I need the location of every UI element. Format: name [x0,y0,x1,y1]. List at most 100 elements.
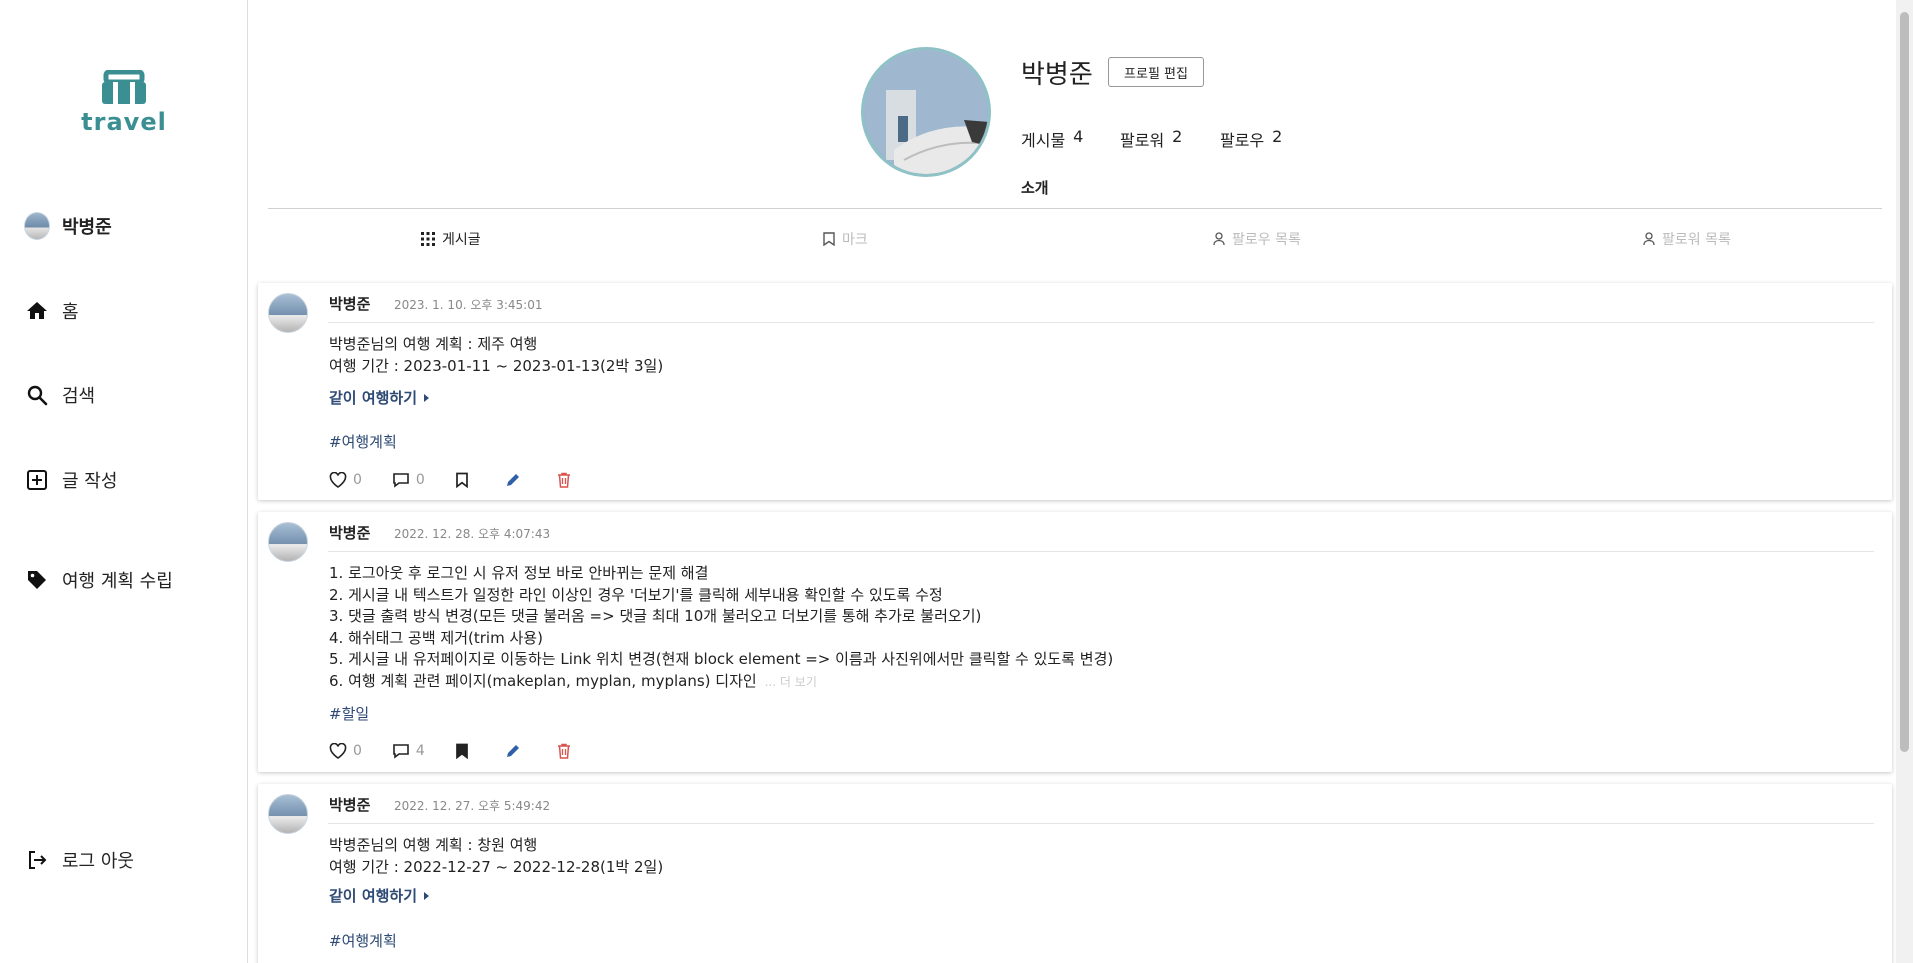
bookmark-icon [823,232,835,246]
post-body: 1. 로그아웃 후 로그인 시 유저 정보 바로 안바뀌는 문제 해결 2. 게… [329,563,1113,693]
logout-icon [24,847,50,873]
pencil-icon [506,745,519,757]
stat-label: 팔로워 [1120,131,1165,150]
sidebar-item-label: 여행 계획 수립 [62,571,173,592]
post-author[interactable]: 박병준 [329,522,370,543]
divider [328,322,1874,323]
travel-logo[interactable]: travel [78,70,170,140]
post-body: 박병준님의 여행 계획 : 창원 여행 여행 기간 : 2022-12-27 ~… [329,836,664,876]
following-count[interactable]: 팔로우 2 [1220,127,1282,151]
like-count: 0 [353,743,362,759]
stat-label: 게시물 [1021,131,1066,150]
sidebar: travel 박병준 홈 검색 글 작성 여행 계획 수립 로그 아웃 [0,0,248,963]
heart-icon [329,472,347,488]
sidebar-item-search[interactable]: 검색 [24,380,95,410]
sidebar-item-home[interactable]: 홈 [24,296,79,326]
join-trip-link[interactable]: 같이 여행하기 [329,387,430,408]
tab-mark[interactable]: 마크 [823,229,868,249]
comment-button[interactable]: 0 [392,472,425,488]
stat-label: 팔로우 [1220,131,1265,150]
divider [328,823,1874,824]
post-card: 박병준 2022. 12. 27. 오후 5:49:42 박병준님의 여행 계획… [258,784,1892,963]
read-more-link[interactable]: ... 더 보기 [765,675,817,689]
stat-value: 2 [1272,127,1283,146]
edit-button[interactable] [505,743,521,759]
trash-icon [557,472,570,488]
scrollbar-thumb[interactable] [1900,12,1909,752]
comment-count: 4 [415,743,425,759]
scrollbar[interactable] [1896,0,1913,963]
profile-name: 박병준 [1021,60,1093,90]
comment-count: 0 [415,472,425,488]
post-card: 박병준 2023. 1. 10. 오후 3:45:01 박병준님의 여행 계획 … [258,283,1892,500]
tab-label: 게시글 [442,232,481,248]
delete-button[interactable] [557,743,571,759]
avatar[interactable] [268,522,308,562]
avatar[interactable] [268,293,308,333]
home-icon [24,298,50,324]
sidebar-item-label: 박병준 [62,217,112,238]
tab-label: 마크 [842,232,868,248]
stat-value: 2 [1172,127,1183,146]
like-count: 0 [353,472,362,488]
like-button[interactable]: 0 [329,743,362,759]
followers-count[interactable]: 팔로워 2 [1120,127,1182,151]
divider [268,208,1882,209]
tab-following-list[interactable]: 팔로우 목록 [1213,229,1301,249]
bookmark-filled-icon [455,743,468,759]
post-body: 박병준님의 여행 계획 : 제주 여행 여행 기간 : 2023-01-11 ~… [329,335,664,375]
hashtag[interactable]: #할일 [329,703,369,724]
comment-button[interactable]: 4 [392,743,425,759]
avatar [24,212,50,240]
edit-profile-button[interactable]: 프로필 편집 [1108,57,1204,87]
bookmark-button[interactable] [455,743,469,759]
sidebar-item-write[interactable]: 글 작성 [24,465,117,495]
tab-label: 팔로우 목록 [1232,232,1301,248]
trash-icon [557,743,570,759]
person-icon [1643,232,1655,246]
like-button[interactable]: 0 [329,472,362,488]
caret-right-icon [424,393,430,402]
post-actions: 0 4 [329,741,571,761]
caret-right-icon [424,891,430,900]
sidebar-item-label: 홈 [62,302,79,323]
sidebar-item-label: 글 작성 [62,471,118,492]
sidebar-item-label: 검색 [62,386,96,407]
grid-icon [421,232,435,246]
tab-followers-list[interactable]: 팔로워 목록 [1643,229,1731,249]
divider [328,551,1874,552]
post-card: 박병준 2022. 12. 28. 오후 4:07:43 1. 로그아웃 후 로… [258,512,1892,772]
hashtag[interactable]: #여행계획 [329,930,397,951]
join-trip-link[interactable]: 같이 여행하기 [329,885,430,906]
heart-icon [329,743,347,759]
post-author[interactable]: 박병준 [329,794,370,815]
sidebar-item-profile[interactable]: 박병준 [24,211,112,241]
profile-photo [864,50,988,174]
logo-text: travel [81,108,167,136]
post-date: 2022. 12. 27. 오후 5:49:42 [394,799,551,813]
sidebar-item-logout[interactable]: 로그 아웃 [24,845,134,875]
edit-button[interactable] [505,472,521,488]
add-box-icon [24,467,50,493]
tab-posts[interactable]: 게시글 [421,229,481,249]
sidebar-item-travel-plan[interactable]: 여행 계획 수립 [24,565,173,595]
luggage-logo-icon [102,70,146,104]
person-icon [1213,232,1225,246]
tag-icon [24,567,50,593]
stat-value: 4 [1073,127,1084,146]
avatar[interactable] [268,794,308,834]
bookmark-icon [455,472,468,488]
post-date: 2023. 1. 10. 오후 3:45:01 [394,298,543,312]
comment-icon [393,744,409,759]
pencil-icon [506,474,519,486]
posts-count: 게시물 4 [1021,127,1083,151]
bookmark-button[interactable] [455,472,469,488]
hashtag[interactable]: #여행계획 [329,431,397,452]
join-trip-label: 같이 여행하기 [329,887,418,905]
search-icon [24,382,50,408]
post-text: 1. 로그아웃 후 로그인 시 유저 정보 바로 안바뀌는 문제 해결 2. 게… [329,564,1114,690]
profile-avatar[interactable] [861,47,991,177]
post-author[interactable]: 박병준 [329,293,370,314]
delete-button[interactable] [557,472,571,488]
post-date: 2022. 12. 28. 오후 4:07:43 [394,527,551,541]
